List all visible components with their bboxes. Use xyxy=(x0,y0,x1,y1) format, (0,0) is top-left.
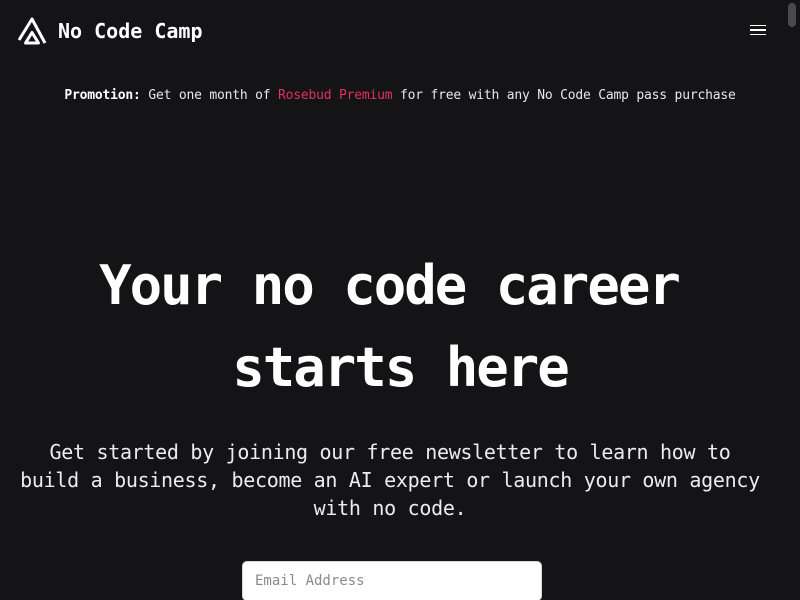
rosebud-premium-link[interactable]: Rosebud Premium xyxy=(278,88,393,103)
hero-title-line-1: Your no code career xyxy=(99,254,681,317)
brand-name[interactable]: No Code Camp xyxy=(58,19,203,43)
site-header: No Code Camp xyxy=(0,0,800,62)
page: No Code Camp Promotion: Get one month of… xyxy=(0,0,800,600)
hamburger-menu-icon-bar xyxy=(750,29,766,31)
hamburger-menu-icon-bar xyxy=(750,24,766,27)
email-address-input[interactable] xyxy=(242,561,542,600)
hero-title: Your no code career starts here xyxy=(0,245,800,409)
triangle-logo-icon xyxy=(17,17,47,45)
hamburger-menu-button[interactable] xyxy=(744,18,772,42)
logo-link[interactable] xyxy=(17,16,47,46)
promotion-label: Promotion: xyxy=(64,88,141,103)
promotion-text-before: Get one month of xyxy=(140,88,278,103)
hamburger-menu-icon-bar xyxy=(750,33,766,36)
promotion-text-after: for free with any No Code Camp pass purc… xyxy=(392,88,736,103)
hero-subtitle: Get started by joining our free newslett… xyxy=(20,440,760,520)
promotion-banner: Promotion: Get one month of Rosebud Prem… xyxy=(0,88,800,103)
hero-title-line-2: starts here xyxy=(232,336,570,399)
scrollbar-thumb[interactable] xyxy=(788,3,796,27)
